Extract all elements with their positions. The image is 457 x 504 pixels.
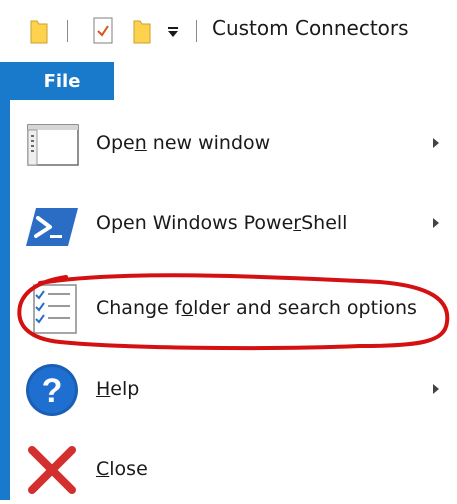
menu-item-label: Open new window bbox=[96, 132, 271, 154]
menu-item-close[interactable]: Close bbox=[12, 434, 457, 504]
powershell-icon bbox=[26, 208, 78, 246]
folder-icon[interactable] bbox=[30, 18, 48, 44]
svg-text:?: ? bbox=[42, 372, 63, 410]
toolbar-separator bbox=[67, 20, 68, 42]
properties-icon[interactable] bbox=[93, 17, 113, 44]
menu-item-open-powershell[interactable]: Open Windows PowerShell bbox=[12, 188, 457, 258]
toolbar-separator bbox=[196, 20, 197, 42]
menu-item-open-new-window[interactable]: Open new window bbox=[12, 108, 457, 178]
chevron-right-icon bbox=[433, 138, 439, 148]
window-title: Custom Connectors bbox=[212, 16, 409, 40]
chevron-right-icon bbox=[433, 218, 439, 228]
folder-options-icon bbox=[33, 284, 77, 334]
menu-item-help[interactable]: ? Help bbox=[12, 354, 457, 424]
new-folder-icon[interactable] bbox=[133, 18, 151, 44]
menu-item-label: Close bbox=[96, 458, 148, 480]
menu-item-label: Open Windows PowerShell bbox=[96, 212, 348, 234]
menu-item-label: Help bbox=[96, 378, 140, 400]
ribbon-edge bbox=[0, 62, 10, 500]
file-tab[interactable]: File bbox=[10, 62, 114, 100]
chevron-right-icon bbox=[433, 384, 439, 394]
customize-toolbar-dropdown-icon[interactable] bbox=[166, 25, 180, 39]
title-bar: Custom Connectors bbox=[0, 0, 457, 62]
close-icon bbox=[28, 446, 76, 494]
menu-item-label: Change folder and search options bbox=[96, 297, 417, 319]
new-window-icon bbox=[27, 124, 79, 166]
help-icon: ? bbox=[26, 364, 78, 416]
menu-item-folder-options[interactable]: Change folder and search options bbox=[12, 273, 457, 343]
